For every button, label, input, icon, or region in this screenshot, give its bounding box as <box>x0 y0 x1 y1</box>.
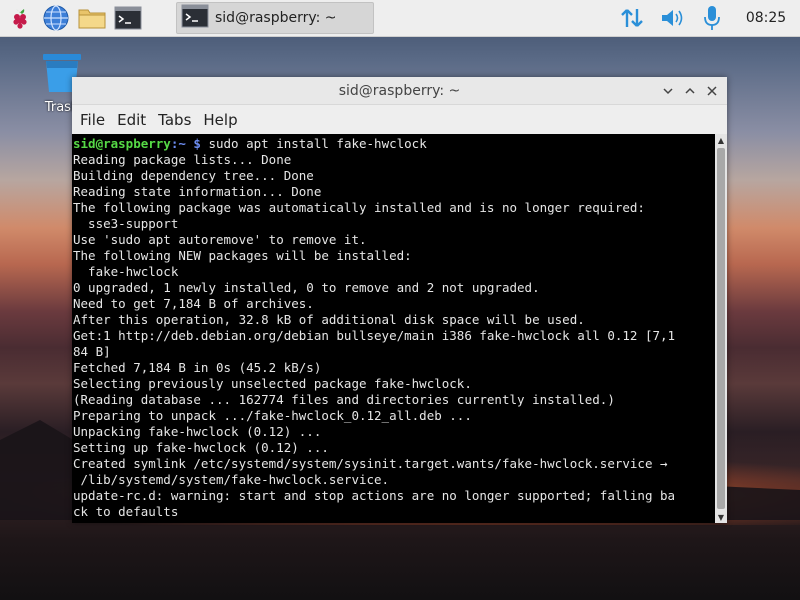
file-manager-icon[interactable] <box>76 2 108 34</box>
menubar: File Edit Tabs Help <box>72 105 727 134</box>
system-tray: 08:25 <box>612 0 800 36</box>
clock[interactable]: 08:25 <box>732 10 800 26</box>
terminal-scrollbar[interactable]: ▲ ▼ <box>715 134 727 523</box>
menu-help[interactable]: Help <box>197 111 243 129</box>
taskbar: sid@raspberry: ~ 08:25 <box>0 0 800 37</box>
terminal-line: Get:1 http://deb.debian.org/debian bulls… <box>73 328 676 343</box>
terminal-output[interactable]: sid@raspberry:~ $ sudo apt install fake-… <box>72 134 715 523</box>
terminal-line: Reading package lists... Done <box>73 152 292 167</box>
terminal-line: /lib/systemd/system/fake-hwclock.service… <box>73 472 390 487</box>
terminal-line: Building dependency tree... Done <box>73 168 314 183</box>
microphone-icon[interactable] <box>692 0 732 36</box>
terminal-line: sse3-support <box>73 216 179 231</box>
terminal-line: Setting up fake-hwclock (0.12) ... <box>73 440 329 455</box>
terminal-icon <box>181 4 209 32</box>
prompt-line: sid@raspberry:~ $ sudo apt install fake-… <box>73 136 715 152</box>
terminal-line: fake-hwclock <box>73 264 179 279</box>
web-browser-icon[interactable] <box>40 2 72 34</box>
menu-edit[interactable]: Edit <box>111 111 152 129</box>
terminal-window: sid@raspberry: ~ File Edit Tabs Help sid… <box>72 77 727 523</box>
window-controls <box>657 80 723 102</box>
scroll-up-icon[interactable]: ▲ <box>715 134 727 146</box>
terminal-line: Preparing to unpack .../fake-hwclock_0.1… <box>73 408 472 423</box>
terminal-line: 84 B] <box>73 344 111 359</box>
raspberry-menu-icon[interactable] <box>4 2 36 34</box>
network-icon[interactable] <box>612 0 652 36</box>
scroll-down-icon[interactable]: ▼ <box>715 511 727 523</box>
close-icon[interactable] <box>701 80 723 102</box>
taskbar-window-button[interactable]: sid@raspberry: ~ <box>176 2 374 34</box>
window-titlebar[interactable]: sid@raspberry: ~ <box>72 77 727 105</box>
terminal-line: Created symlink /etc/systemd/system/sysi… <box>73 456 668 471</box>
terminal-icon[interactable] <box>112 2 144 34</box>
terminal-line: 0 upgraded, 1 newly installed, 0 to remo… <box>73 280 540 295</box>
terminal-line: ck to defaults <box>73 504 179 519</box>
window-title: sid@raspberry: ~ <box>338 82 461 99</box>
terminal-line: update-rc.d: warning: start and stop act… <box>73 488 676 503</box>
terminal-line: Use 'sudo apt autoremove' to remove it. <box>73 232 367 247</box>
terminal-line: (Reading database ... 162774 files and d… <box>73 392 615 407</box>
taskbar-window-label: sid@raspberry: ~ <box>215 10 337 26</box>
terminal-line: Need to get 7,184 B of archives. <box>73 296 314 311</box>
terminal-line: Fetched 7,184 B in 0s (45.2 kB/s) <box>73 360 322 375</box>
terminal-line: After this operation, 32.8 kB of additio… <box>73 312 585 327</box>
prompt-command: sudo apt install fake-hwclock <box>200 136 427 151</box>
terminal-line: Unpacking fake-hwclock (0.12) ... <box>73 424 322 439</box>
terminal-line: Reading state information... Done <box>73 184 322 199</box>
terminal-line: Selecting previously unselected package … <box>73 376 472 391</box>
menu-file[interactable]: File <box>74 111 111 129</box>
volume-icon[interactable] <box>652 0 692 36</box>
terminal-line: The following NEW packages will be insta… <box>73 248 412 263</box>
prompt-user: sid@raspberry <box>73 136 171 151</box>
minimize-icon[interactable] <box>657 80 679 102</box>
scrollbar-thumb[interactable] <box>717 148 725 509</box>
menu-tabs[interactable]: Tabs <box>152 111 197 129</box>
prompt-path: :~ $ <box>170 136 201 151</box>
maximize-icon[interactable] <box>679 80 701 102</box>
terminal-line: The following package was automatically … <box>73 200 645 215</box>
